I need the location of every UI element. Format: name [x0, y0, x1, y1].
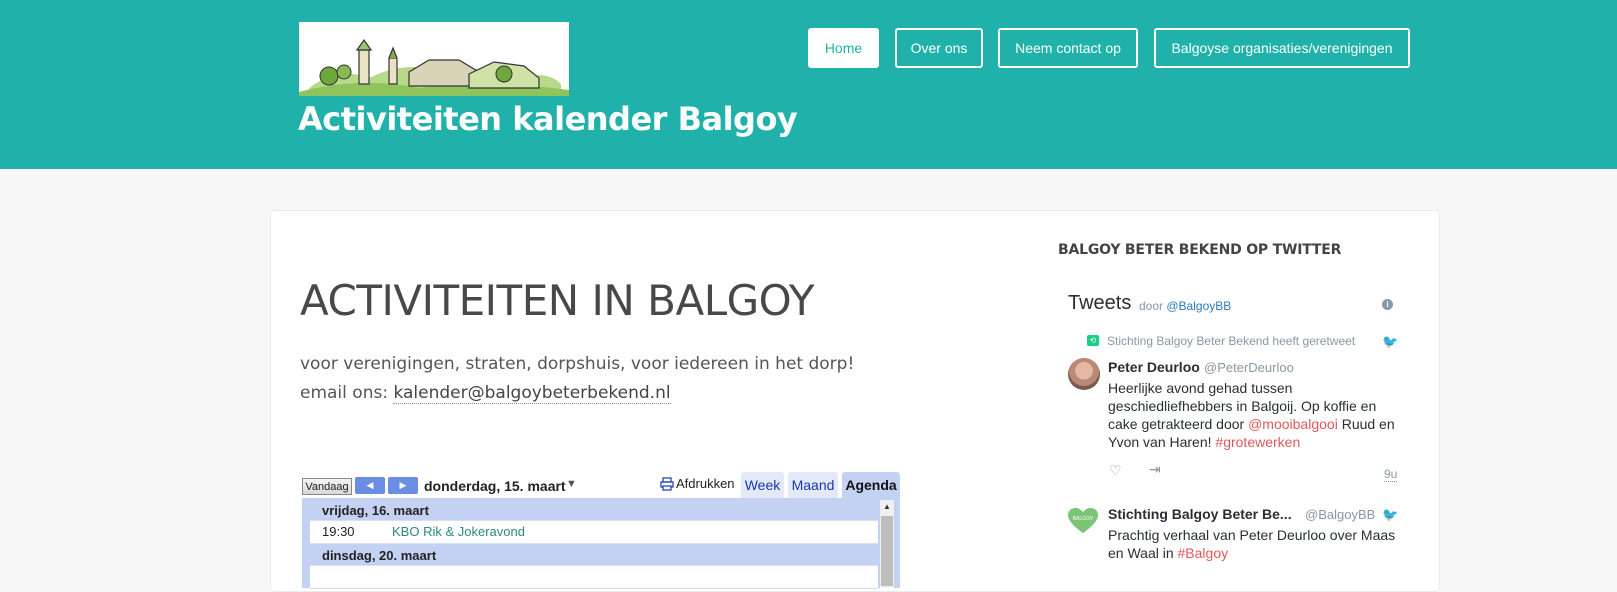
today-button[interactable]: Vandaag: [302, 478, 352, 495]
tab-agenda[interactable]: Agenda: [842, 472, 900, 498]
tweet-hashtag[interactable]: #grotewerken: [1215, 434, 1300, 450]
twitter-bird-icon[interactable]: 🐦: [1382, 334, 1398, 349]
intro-line: voor verenigingen, straten, dorpshuis, v…: [300, 354, 855, 374]
printer-icon: [660, 476, 674, 491]
email-line: email ons: kalender@balgoybeterbekend.nl: [300, 379, 854, 408]
event-time: 19:30: [322, 524, 355, 539]
tweets-by-prefix: door: [1139, 299, 1164, 313]
calendar-widget: Vandaag ◀ ▶ donderdag, 15. maart ▼ Afdru…: [300, 472, 900, 589]
prev-arrow-icon[interactable]: ◀: [355, 477, 385, 494]
event-row[interactable]: 19:30 KBO Rik & Jokeravond: [310, 520, 878, 544]
tweet-hashtag[interactable]: #Balgoy: [1178, 545, 1229, 561]
scrollbar[interactable]: ▲: [880, 500, 894, 588]
tweet-author-name[interactable]: Stichting Balgoy Beter Be...: [1108, 506, 1292, 522]
chevron-down-icon[interactable]: ▼: [566, 478, 577, 490]
nav-home[interactable]: Home: [808, 28, 879, 68]
tweet-author-name[interactable]: Peter Deurloo: [1108, 359, 1200, 375]
info-icon[interactable]: i: [1382, 299, 1393, 310]
tweets-by: door @BalgoyBB: [1139, 299, 1231, 313]
like-icon[interactable]: ♡: [1109, 462, 1122, 479]
current-date: donderdag, 15. maart: [424, 478, 566, 494]
site-header: Activiteiten kalender Balgoy Home Over o…: [0, 0, 1617, 169]
email-link[interactable]: kalender@balgoybeterbekend.nl: [393, 383, 671, 404]
tweet-text: Prachtig verhaal van Peter Deurloo over …: [1108, 526, 1398, 562]
tab-maand[interactable]: Maand: [788, 472, 838, 498]
day-header: vrijdag, 16. maart: [322, 503, 429, 518]
email-prefix: email ons:: [300, 383, 394, 403]
share-icon[interactable]: ⇥: [1149, 461, 1161, 478]
print-label: Afdrukken: [676, 476, 735, 491]
avatar[interactable]: [1068, 358, 1100, 390]
print-button[interactable]: Afdrukken: [660, 476, 735, 491]
page-title: ACTIVITEITEN IN BALGOY: [300, 276, 815, 325]
scroll-up-icon[interactable]: ▲: [883, 502, 891, 511]
tweet-text-part: Prachtig verhaal van Peter Deurloo over …: [1108, 527, 1396, 561]
intro-text: voor verenigingen, straten, dorpshuis, v…: [300, 350, 854, 408]
agenda-list: vrijdag, 16. maart 19:30 KBO Rik & Joker…: [302, 498, 900, 589]
tweets-by-handle[interactable]: @BalgoyBB: [1166, 299, 1231, 313]
sidebar-heading: BALGOY BETER BEKEND OP TWITTER: [1058, 242, 1342, 258]
site-title: Activiteiten kalender Balgoy: [298, 100, 798, 138]
nav-over-ons[interactable]: Over ons: [895, 28, 983, 68]
svg-text:BALGOY: BALGOY: [1073, 516, 1094, 522]
avatar[interactable]: BALGOY: [1068, 508, 1098, 534]
site-logo[interactable]: [299, 22, 569, 96]
tweet-author-handle[interactable]: @BalgoyBB: [1305, 507, 1375, 522]
tweet-author-handle[interactable]: @PeterDeurloo: [1204, 360, 1294, 375]
retweet-note: Stichting Balgoy Beter Bekend heeft gere…: [1107, 334, 1356, 348]
tweet-mention[interactable]: @mooibalgooi: [1248, 416, 1338, 432]
day-header: dinsdag, 20. maart: [322, 548, 437, 563]
event-row: [310, 565, 878, 589]
nav-balgoyse-organisaties[interactable]: Balgoyse organisaties/verenigingen: [1154, 28, 1410, 68]
tweets-title: Tweets: [1068, 292, 1132, 314]
next-arrow-icon[interactable]: ▶: [388, 477, 418, 494]
scrollbar-thumb[interactable]: [881, 516, 893, 586]
twitter-bird-icon[interactable]: 🐦: [1382, 507, 1398, 522]
tab-week[interactable]: Week: [741, 472, 784, 498]
tweet-text: Heerlijke avond gehad tussen geschiedlie…: [1108, 379, 1398, 451]
nav-neem-contact-op[interactable]: Neem contact op: [998, 28, 1138, 68]
tweet-timestamp[interactable]: 9u: [1384, 467, 1398, 482]
retweet-icon: ⟲: [1087, 335, 1099, 346]
event-title[interactable]: KBO Rik & Jokeravond: [392, 524, 525, 539]
